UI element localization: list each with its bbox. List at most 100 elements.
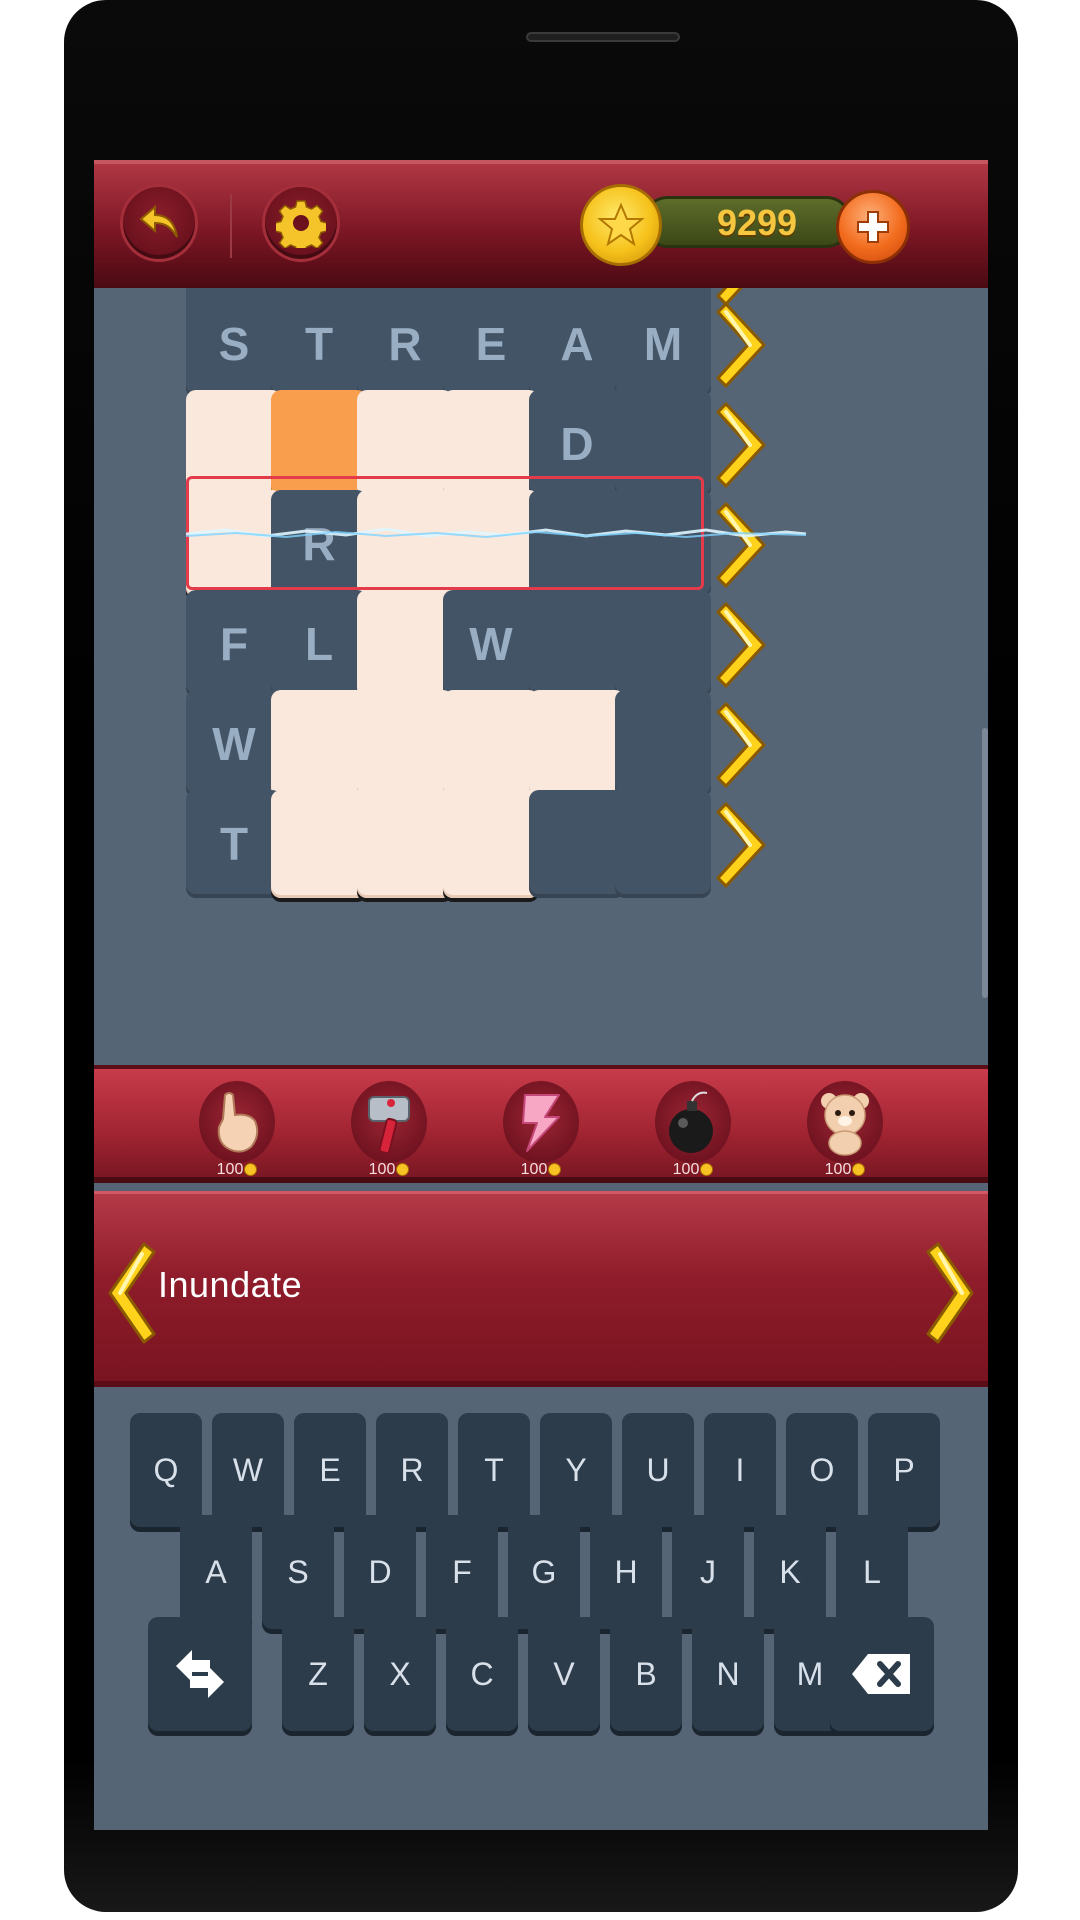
grid-cell[interactable] bbox=[529, 490, 625, 598]
grid-cell[interactable]: E bbox=[443, 290, 539, 398]
grid-cell[interactable]: R bbox=[357, 290, 453, 398]
key-p[interactable]: P bbox=[868, 1413, 940, 1527]
keyboard: QWERTYUIOPASDFGHJKLZXCVBNM bbox=[94, 1393, 988, 1830]
grid-cell[interactable] bbox=[529, 590, 625, 698]
powerup-bomb[interactable]: 100 bbox=[648, 1075, 738, 1179]
grid-cell[interactable]: T bbox=[271, 290, 367, 398]
grid-cell[interactable] bbox=[615, 790, 711, 898]
key-n[interactable]: N bbox=[692, 1617, 764, 1731]
grid-cell[interactable] bbox=[271, 790, 367, 898]
grid-cell[interactable]: D bbox=[529, 390, 625, 498]
grid-cell[interactable]: F bbox=[186, 590, 282, 698]
chevron-right-icon[interactable] bbox=[716, 600, 772, 690]
grid-cell[interactable] bbox=[357, 490, 453, 598]
grid-cell[interactable] bbox=[443, 490, 539, 598]
grid-cell[interactable] bbox=[615, 590, 711, 698]
grid-cell[interactable] bbox=[271, 390, 367, 498]
back-button[interactable] bbox=[120, 184, 198, 262]
grid-cell[interactable]: A bbox=[529, 290, 625, 398]
key-l[interactable]: L bbox=[836, 1515, 908, 1629]
grid-cell[interactable] bbox=[357, 390, 453, 498]
chevron-right-icon[interactable] bbox=[716, 700, 772, 790]
powerup-cost: 100 bbox=[344, 1161, 434, 1179]
key-u[interactable]: U bbox=[622, 1413, 694, 1527]
key-e[interactable]: E bbox=[294, 1413, 366, 1527]
grid-cell[interactable]: L bbox=[271, 590, 367, 698]
key-d[interactable]: D bbox=[344, 1515, 416, 1629]
swap-arrows-icon bbox=[176, 1650, 224, 1698]
key-k[interactable]: K bbox=[754, 1515, 826, 1629]
key-t[interactable]: T bbox=[458, 1413, 530, 1527]
key-g[interactable]: G bbox=[508, 1515, 580, 1629]
key-h[interactable]: H bbox=[590, 1515, 662, 1629]
key-r[interactable]: R bbox=[376, 1413, 448, 1527]
grid-cell[interactable] bbox=[615, 390, 711, 498]
grid-cell[interactable] bbox=[615, 490, 711, 598]
pointing-finger-icon bbox=[199, 1081, 275, 1163]
coin-balance: 9299 bbox=[716, 202, 798, 243]
chevron-right-icon[interactable] bbox=[716, 300, 772, 390]
key-z[interactable]: Z bbox=[282, 1617, 354, 1731]
grid-cell[interactable] bbox=[529, 690, 625, 798]
settings-button[interactable] bbox=[262, 184, 340, 262]
grid-cell[interactable]: M bbox=[615, 290, 711, 398]
grid-cell[interactable]: R bbox=[271, 490, 367, 598]
grid-cell[interactable] bbox=[357, 590, 453, 698]
grid-cell[interactable]: T bbox=[186, 790, 282, 898]
hammer-icon bbox=[351, 1081, 427, 1163]
key-w[interactable]: W bbox=[212, 1413, 284, 1527]
coin-icon bbox=[396, 1163, 410, 1176]
scrollbar[interactable] bbox=[982, 728, 988, 998]
teddy-bear-icon bbox=[807, 1081, 883, 1163]
key-v[interactable]: V bbox=[528, 1617, 600, 1731]
chevron-right-icon[interactable] bbox=[716, 400, 772, 490]
grid-cell[interactable] bbox=[186, 490, 282, 598]
key-f[interactable]: F bbox=[426, 1515, 498, 1629]
key-s[interactable]: S bbox=[262, 1515, 334, 1629]
coin-icon bbox=[852, 1163, 866, 1176]
powerup-lightning[interactable]: 100 bbox=[496, 1075, 586, 1179]
grid-cell[interactable] bbox=[271, 690, 367, 798]
backspace-button[interactable] bbox=[830, 1617, 934, 1731]
grid-cell[interactable] bbox=[529, 790, 625, 898]
lightning-icon bbox=[503, 1081, 579, 1163]
chevron-left-icon[interactable] bbox=[100, 1238, 160, 1348]
grid-cell[interactable] bbox=[443, 790, 539, 898]
powerup-bear[interactable]: 100 bbox=[800, 1075, 890, 1179]
swap-arrows-button[interactable] bbox=[148, 1617, 252, 1731]
grid-cell[interactable] bbox=[357, 690, 453, 798]
powerup-hammer[interactable]: 100 bbox=[344, 1075, 434, 1179]
star-icon bbox=[597, 202, 645, 247]
coin-icon bbox=[548, 1163, 562, 1176]
grid-cell[interactable] bbox=[186, 390, 282, 498]
clue-text: Inundate bbox=[158, 1264, 303, 1305]
add-coins-button[interactable] bbox=[836, 190, 910, 264]
gear-icon bbox=[276, 200, 326, 248]
top-bar: 9299 bbox=[94, 160, 988, 288]
grid-cell[interactable] bbox=[443, 690, 539, 798]
key-c[interactable]: C bbox=[446, 1617, 518, 1731]
coin-icon bbox=[244, 1163, 258, 1176]
chevron-right-icon[interactable] bbox=[922, 1238, 982, 1348]
powerup-cost: 100 bbox=[192, 1161, 282, 1179]
grid-cell[interactable] bbox=[615, 690, 711, 798]
key-q[interactable]: Q bbox=[130, 1413, 202, 1527]
key-x[interactable]: X bbox=[364, 1617, 436, 1731]
bomb-icon bbox=[655, 1081, 731, 1163]
key-i[interactable]: I bbox=[704, 1413, 776, 1527]
key-j[interactable]: J bbox=[672, 1515, 744, 1629]
powerup-hint[interactable]: 100 bbox=[192, 1075, 282, 1179]
grid-cell[interactable] bbox=[443, 390, 539, 498]
key-a[interactable]: A bbox=[180, 1515, 252, 1629]
key-o[interactable]: O bbox=[786, 1413, 858, 1527]
grid-cell[interactable]: W bbox=[443, 590, 539, 698]
chevron-right-icon[interactable] bbox=[716, 500, 772, 590]
speaker-grille bbox=[526, 32, 680, 42]
grid-cell[interactable]: S bbox=[186, 290, 282, 398]
grid-cell[interactable] bbox=[357, 790, 453, 898]
key-y[interactable]: Y bbox=[540, 1413, 612, 1527]
key-b[interactable]: B bbox=[610, 1617, 682, 1731]
chevron-right-icon[interactable] bbox=[716, 800, 772, 890]
grid-cell[interactable]: W bbox=[186, 690, 282, 798]
powerup-cost: 100 bbox=[496, 1161, 586, 1179]
